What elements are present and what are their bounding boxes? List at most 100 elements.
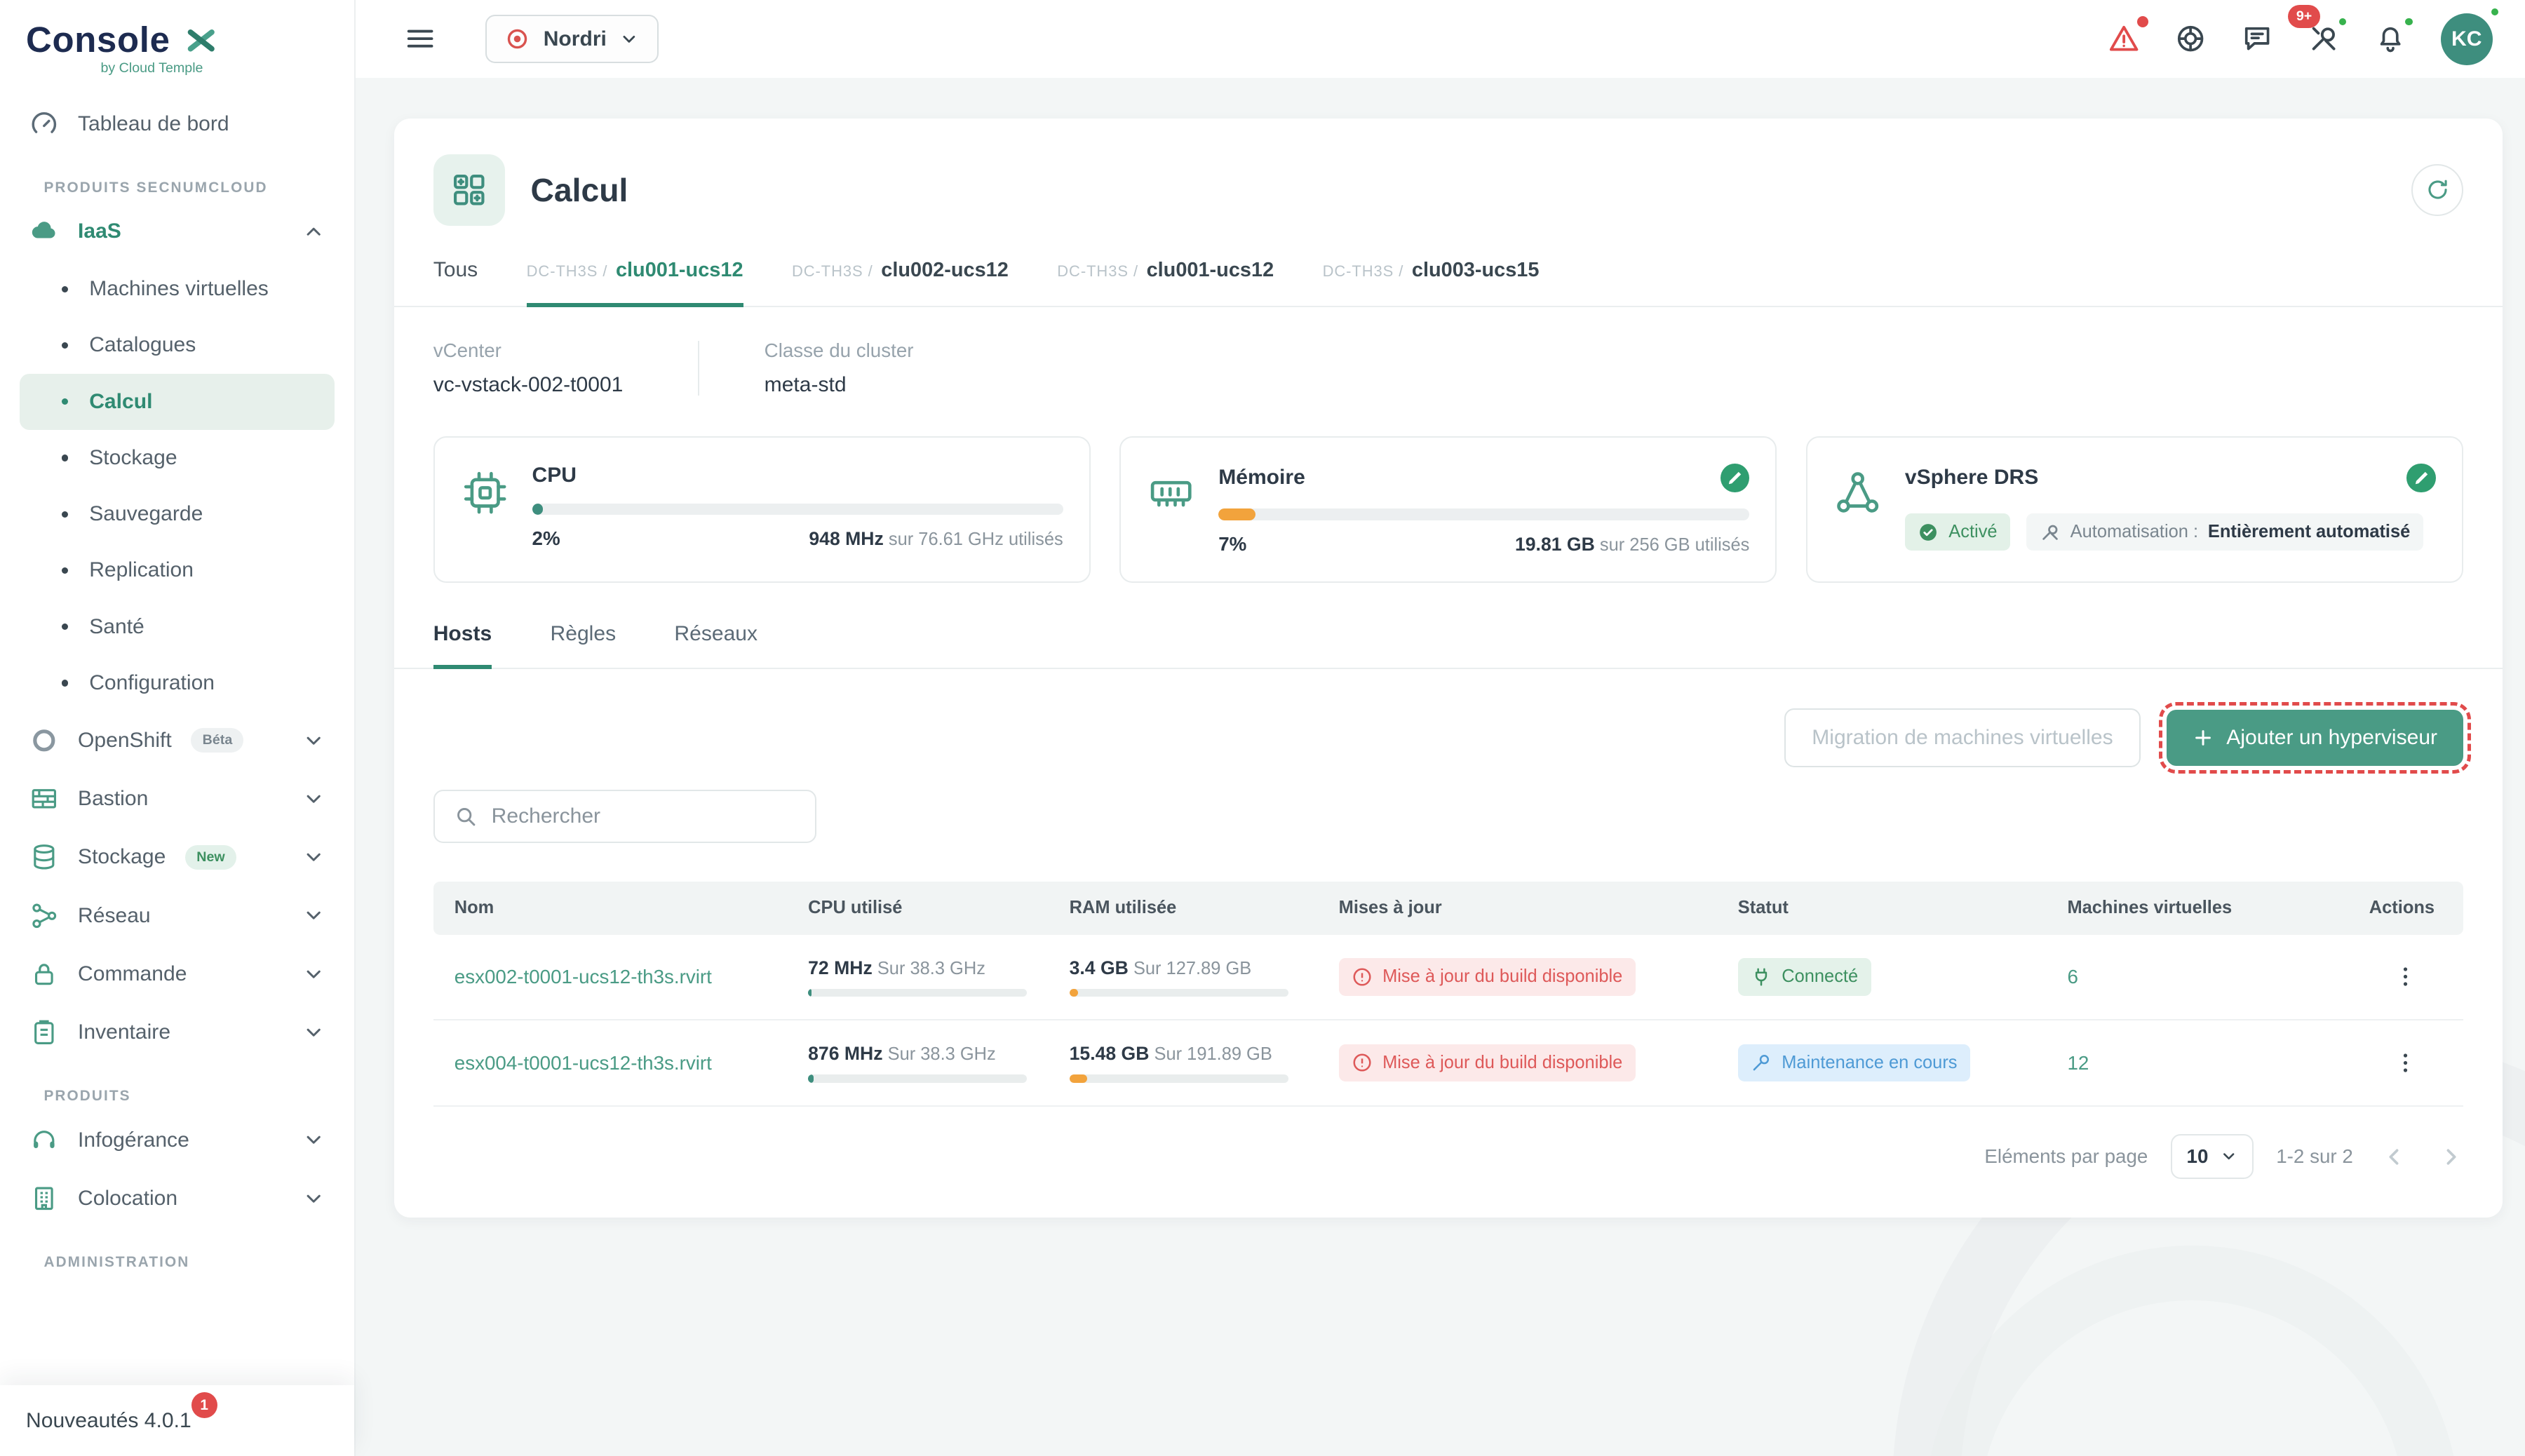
alert-dot [2137, 16, 2148, 27]
tab-clu003-ucs15[interactable]: DC-TH3S / clu003-ucs15 [1323, 259, 1540, 307]
chevron-down-icon [302, 729, 325, 752]
avatar[interactable]: KC [2441, 13, 2493, 65]
gauge-icon [29, 109, 59, 139]
news-bar[interactable]: Nouveautés 4.0.1 1 [0, 1385, 354, 1456]
hamburger-menu-icon[interactable] [404, 22, 436, 55]
sidebar-item-iaas[interactable]: IaaS [20, 203, 335, 261]
memory-usage: 19.81 GB sur 256 GB utilisés [1515, 534, 1749, 555]
drs-nodes-icon [1833, 469, 1882, 517]
cluster-class-info: Classe du cluster meta-std [765, 339, 914, 397]
topbar: Nordri 9+ [356, 0, 2525, 78]
search-input[interactable] [492, 804, 795, 828]
sidebar-item-configuration[interactable]: Configuration [20, 655, 335, 711]
prev-page-button[interactable] [2382, 1144, 2408, 1170]
cpu-usage: 948 MHz sur 76.61 GHz utilisés [809, 528, 1063, 550]
online-dot [2337, 16, 2348, 27]
news-count-badge: 1 [191, 1392, 217, 1418]
sidebar-item-colocation[interactable]: Colocation [20, 1169, 335, 1227]
chevron-down-icon [619, 29, 639, 49]
host-cpu-cell: 72 MHz Sur 38.3 GHz [787, 957, 1048, 997]
tenant-selector[interactable]: Nordri [485, 15, 659, 63]
openshift-icon [29, 726, 59, 755]
tools-button[interactable]: 9+ [2308, 22, 2340, 55]
sidebar-item-catalogues[interactable]: Catalogues [20, 317, 335, 373]
news-label: Nouveautés 4.0.1 1 [26, 1409, 191, 1433]
notifications-button[interactable] [2374, 22, 2406, 55]
support-button[interactable] [2174, 22, 2207, 55]
tab-clu001-ucs12[interactable]: DC-TH3S / clu001-ucs12 [527, 259, 743, 307]
cluster-tabs: Tous DC-TH3S / clu001-ucs12 DC-TH3S / cl… [394, 258, 2502, 307]
online-dot [2489, 6, 2500, 18]
sidebar-item-reseau[interactable]: Réseau [20, 887, 335, 945]
cpu-progress-bar [808, 989, 1027, 997]
sidebar-item-machines-virtuelles[interactable]: Machines virtuelles [20, 261, 335, 317]
host-name-link[interactable]: esx002-t0001-ucs12-th3s.rvirt [433, 966, 787, 988]
dots-vertical-icon [2392, 964, 2418, 990]
tab-hosts[interactable]: Hosts [433, 622, 492, 670]
sidebar-item-bastion[interactable]: Bastion [20, 769, 335, 828]
sidebar-item-stockage[interactable]: Stockage New [20, 828, 335, 887]
database-icon [29, 842, 59, 872]
cpu-progress-bar [808, 1074, 1027, 1083]
vm-count: 6 [2046, 966, 2348, 988]
sidebar-item-sante[interactable]: Santé [20, 599, 335, 655]
edit-drs-button[interactable] [2406, 464, 2436, 493]
sidebar-item-dashboard[interactable]: Tableau de bord [20, 95, 335, 153]
migrate-vms-button[interactable]: Migration de machines virtuelles [1784, 708, 2140, 767]
sidebar-item-replication[interactable]: Replication [20, 542, 335, 598]
drs-status-badge: Activé [1905, 513, 2010, 551]
dots-vertical-icon [2392, 1050, 2418, 1076]
chevron-down-icon [302, 788, 325, 810]
sidebar-item-infogerance[interactable]: Infogérance [20, 1111, 335, 1169]
row-actions-menu[interactable] [2348, 1050, 2463, 1076]
hosts-table: Nom CPU utilisé RAM utilisée Mises à jou… [433, 882, 2463, 1106]
logo-title: Console [26, 22, 170, 58]
add-hypervisor-button[interactable]: Ajouter un hyperviseur [2167, 710, 2463, 766]
chevron-up-icon [302, 220, 325, 243]
tab-regles[interactable]: Règles [551, 622, 617, 670]
page-range: 1-2 sur 2 [2276, 1145, 2353, 1168]
tools-icon [2040, 522, 2061, 543]
next-page-button[interactable] [2437, 1144, 2463, 1170]
chevron-down-icon [302, 963, 325, 985]
sidebar-item-stockage-iaas[interactable]: Stockage [20, 430, 335, 486]
cpu-percent: 2% [532, 527, 560, 550]
online-dot [2403, 16, 2414, 27]
search-icon [454, 804, 478, 829]
tab-clu001-ucs12-b[interactable]: DC-TH3S / clu001-ucs12 [1057, 259, 1274, 307]
pagination: Eléments par page 10 1-2 sur 2 [394, 1107, 2502, 1179]
vm-count: 12 [2046, 1052, 2348, 1074]
headset-icon [29, 1126, 59, 1155]
host-status-cell: Connecté [1717, 958, 2047, 995]
status-badge: Maintenance en cours [1738, 1044, 1970, 1081]
edit-memory-button[interactable] [1721, 464, 1750, 493]
logo[interactable]: Console by Cloud Temple [0, 0, 354, 85]
refresh-button[interactable] [2411, 164, 2463, 216]
sidebar-item-openshift[interactable]: OpenShift Béta [20, 711, 335, 769]
tab-tous[interactable]: Tous [433, 258, 478, 307]
chevron-down-icon [302, 1187, 325, 1210]
host-name-link[interactable]: esx004-t0001-ucs12-th3s.rvirt [433, 1052, 787, 1074]
per-page-select[interactable]: 10 [2171, 1134, 2254, 1179]
host-update-cell: Mise à jour du build disponible [1318, 958, 1717, 995]
bullet-icon [62, 567, 68, 574]
network-icon [29, 901, 59, 931]
metric-cards: CPU 2% 948 MHz sur 76.61 GHz utilisés [394, 436, 2502, 583]
row-actions-menu[interactable] [2348, 964, 2463, 990]
sidebar-item-calcul[interactable]: Calcul [20, 374, 335, 430]
sidebar-item-commande[interactable]: Commande [20, 945, 335, 1003]
clipboard-icon [29, 1018, 59, 1047]
sidebar: Console by Cloud Temple Tableau de b [0, 0, 356, 1456]
check-circle-icon [1918, 522, 1939, 543]
alerts-button[interactable] [2108, 22, 2140, 55]
cpu-chip-icon [461, 469, 509, 517]
feedback-button[interactable] [2241, 22, 2273, 55]
host-update-cell: Mise à jour du build disponible [1318, 1044, 1717, 1081]
tab-reseaux[interactable]: Réseaux [674, 622, 758, 670]
sidebar-item-sauvegarde[interactable]: Sauvegarde [20, 486, 335, 542]
bullet-icon [62, 623, 68, 630]
drs-automation-badge: Automatisation : Entièrement automatisé [2026, 513, 2423, 551]
tab-clu002-ucs12[interactable]: DC-TH3S / clu002-ucs12 [792, 259, 1009, 307]
sidebar-item-inventaire[interactable]: Inventaire [20, 1003, 335, 1061]
new-badge: New [185, 845, 236, 870]
